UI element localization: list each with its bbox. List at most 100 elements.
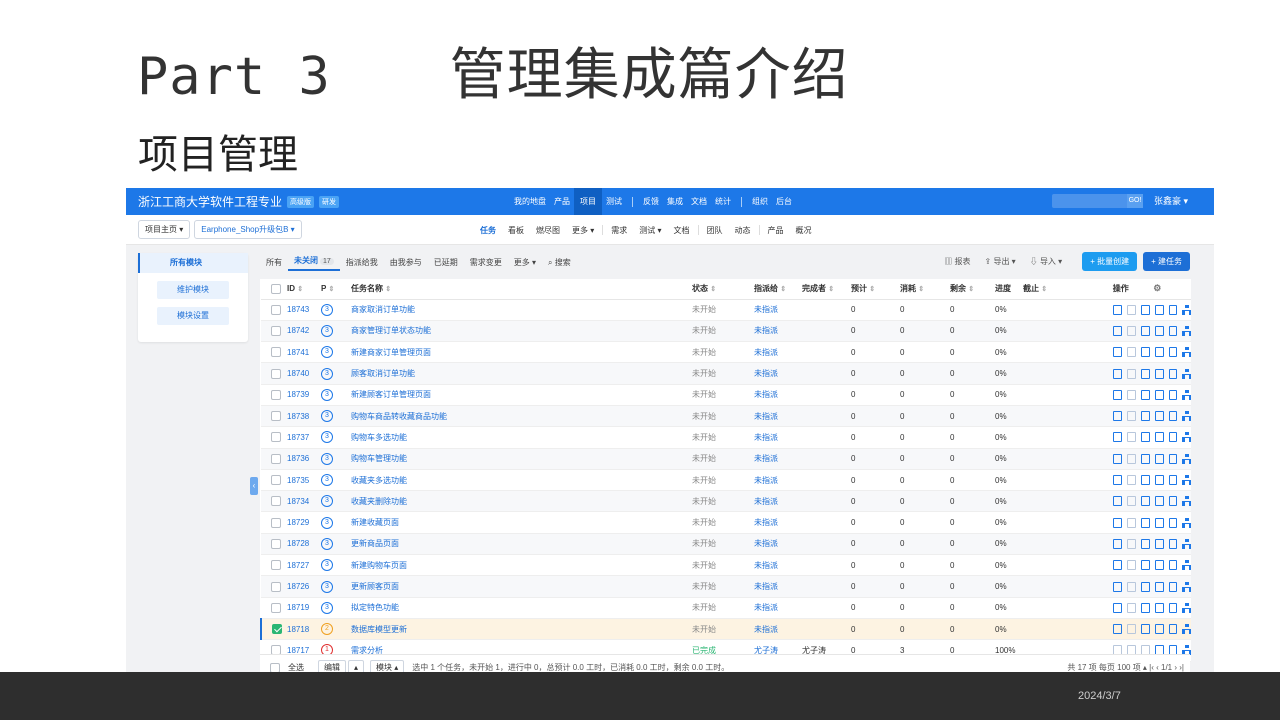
export-button[interactable]: ⇪ 导出 ▾ <box>985 256 1016 267</box>
task-id[interactable]: 18736 <box>287 454 309 463</box>
subtask-icon[interactable] <box>1182 496 1191 507</box>
subtask-icon[interactable] <box>1182 411 1191 422</box>
select-all-checkbox[interactable] <box>271 283 281 294</box>
nav-my[interactable]: 我的地盘 <box>510 196 550 207</box>
task-name-link[interactable]: 新建购物车页面 <box>351 561 407 570</box>
record-hours-icon[interactable] <box>1154 304 1164 315</box>
task-assignee[interactable]: 未指派 <box>754 348 778 357</box>
record-hours-icon[interactable] <box>1154 325 1164 336</box>
gear-icon[interactable]: ⚙ <box>1153 283 1161 293</box>
table-row[interactable]: 18719 3 拟定特色功能 未开始 未指派 0 0 0 0% <box>261 597 1191 619</box>
record-hours-icon[interactable] <box>1154 475 1164 486</box>
nav-admin[interactable]: 后台 <box>772 196 796 207</box>
table-row[interactable]: 18718 2 数据库模型更新 未开始 未指派 0 0 0 0% <box>260 618 1191 641</box>
nav-doc[interactable]: 文档 <box>687 196 711 207</box>
subtask-icon[interactable] <box>1182 432 1191 443</box>
row-checkbox[interactable] <box>271 517 281 528</box>
task-name-link[interactable]: 收藏夹多选功能 <box>351 476 407 485</box>
task-assignee[interactable]: 未指派 <box>754 582 778 591</box>
table-row[interactable]: 18739 3 新建顾客订单管理页面 未开始 未指派 0 0 0 0% <box>261 384 1191 406</box>
task-id[interactable]: 18742 <box>287 326 309 335</box>
subtask-icon[interactable] <box>1182 560 1191 571</box>
start-icon[interactable] <box>1113 325 1122 336</box>
task-assignee[interactable]: 未指派 <box>754 497 778 506</box>
start-icon[interactable] <box>1113 453 1122 464</box>
subtask-icon[interactable] <box>1182 453 1191 464</box>
task-id[interactable]: 18743 <box>287 305 309 314</box>
task-assignee[interactable]: 未指派 <box>754 390 778 399</box>
edit-icon[interactable] <box>1168 453 1178 464</box>
filter-assigned-to-me[interactable]: 指派给我 <box>340 257 384 268</box>
task-id[interactable]: 18727 <box>287 561 309 570</box>
task-name-link[interactable]: 新建顾客订单管理页面 <box>351 390 431 399</box>
row-checkbox[interactable] <box>271 411 281 422</box>
nav-test[interactable]: 测试 <box>602 196 626 207</box>
nav-feedback[interactable]: 反馈 <box>639 196 663 207</box>
nav-stats[interactable]: 统计 <box>711 196 735 207</box>
task-assignee[interactable]: 未指派 <box>754 476 778 485</box>
pause-icon[interactable] <box>1126 496 1136 507</box>
table-row[interactable]: 18743 3 商家取消订单功能 未开始 未指派 0 0 0 0% <box>261 299 1191 321</box>
finish-icon[interactable] <box>1140 389 1150 400</box>
task-name-link[interactable]: 购物车商品转收藏商品功能 <box>351 412 447 421</box>
start-icon[interactable] <box>1113 475 1122 486</box>
maintain-module-button[interactable]: 维护模块 <box>157 281 229 299</box>
pause-icon[interactable] <box>1126 389 1136 400</box>
nav-integration[interactable]: 集成 <box>663 196 687 207</box>
task-name-link[interactable]: 商家管理订单状态功能 <box>351 326 431 335</box>
edit-icon[interactable] <box>1168 538 1178 549</box>
record-hours-icon[interactable] <box>1154 517 1164 528</box>
row-checkbox[interactable] <box>271 496 281 507</box>
row-checkbox[interactable] <box>271 475 281 486</box>
breadcrumb-project-home[interactable]: 项目主页 ▾ <box>138 220 191 239</box>
row-checkbox[interactable] <box>271 368 281 379</box>
task-assignee[interactable]: 未指派 <box>754 539 778 548</box>
subtask-icon[interactable] <box>1182 624 1191 635</box>
edit-icon[interactable] <box>1168 389 1178 400</box>
start-icon[interactable] <box>1113 624 1122 635</box>
edit-icon[interactable] <box>1168 560 1178 571</box>
tab-product[interactable]: 产品 <box>762 225 790 236</box>
table-row[interactable]: 18738 3 购物车商品转收藏商品功能 未开始 未指派 0 0 0 0% <box>261 405 1191 428</box>
record-hours-icon[interactable] <box>1154 538 1164 549</box>
task-id[interactable]: 18729 <box>287 518 309 527</box>
start-icon[interactable] <box>1113 347 1122 358</box>
task-id[interactable]: 18741 <box>287 348 309 357</box>
tab-more[interactable]: 更多 ▾ <box>566 225 600 236</box>
row-checkbox[interactable] <box>271 538 281 549</box>
task-name-link[interactable]: 拟定特色功能 <box>351 603 399 612</box>
record-hours-icon[interactable] <box>1154 453 1164 464</box>
record-hours-icon[interactable] <box>1154 581 1164 592</box>
row-checkbox[interactable] <box>271 347 281 358</box>
finish-icon[interactable] <box>1140 432 1150 443</box>
pause-icon[interactable] <box>1126 581 1136 592</box>
task-name-link[interactable]: 更新商品页面 <box>351 539 399 548</box>
pause-icon[interactable] <box>1126 560 1136 571</box>
row-checkbox[interactable] <box>271 325 281 336</box>
edit-icon[interactable] <box>1168 581 1178 592</box>
edit-icon[interactable] <box>1168 304 1178 315</box>
record-hours-icon[interactable] <box>1154 411 1164 422</box>
record-hours-icon[interactable] <box>1154 432 1164 443</box>
table-row[interactable]: 18727 3 新建购物车页面 未开始 未指派 0 0 0 0% <box>261 554 1191 577</box>
pause-icon[interactable] <box>1126 517 1136 528</box>
tab-overview[interactable]: 概况 <box>790 225 818 236</box>
task-id[interactable]: 18740 <box>287 369 309 378</box>
row-checkbox[interactable] <box>272 624 282 635</box>
task-id[interactable]: 18735 <box>287 476 309 485</box>
table-row[interactable]: 18741 3 新建商家订单管理页面 未开始 未指派 0 0 0 0% <box>261 341 1191 364</box>
col-assigned[interactable]: 指派给 <box>754 284 778 293</box>
finish-icon[interactable] <box>1140 602 1150 613</box>
edit-icon[interactable] <box>1168 496 1178 507</box>
col-id[interactable]: ID <box>287 284 295 293</box>
edit-icon[interactable] <box>1168 432 1178 443</box>
edit-icon[interactable] <box>1168 325 1178 336</box>
task-assignee[interactable]: 未指派 <box>754 326 778 335</box>
col-estimate[interactable]: 预计 <box>851 284 867 293</box>
finish-icon[interactable] <box>1140 347 1150 358</box>
task-assignee[interactable]: 未指派 <box>754 518 778 527</box>
row-checkbox[interactable] <box>271 389 281 400</box>
table-row[interactable]: 18734 3 收藏夹删除功能 未开始 未指派 0 0 0 0% <box>261 490 1191 513</box>
finish-icon[interactable] <box>1140 560 1150 571</box>
pause-icon[interactable] <box>1126 475 1136 486</box>
